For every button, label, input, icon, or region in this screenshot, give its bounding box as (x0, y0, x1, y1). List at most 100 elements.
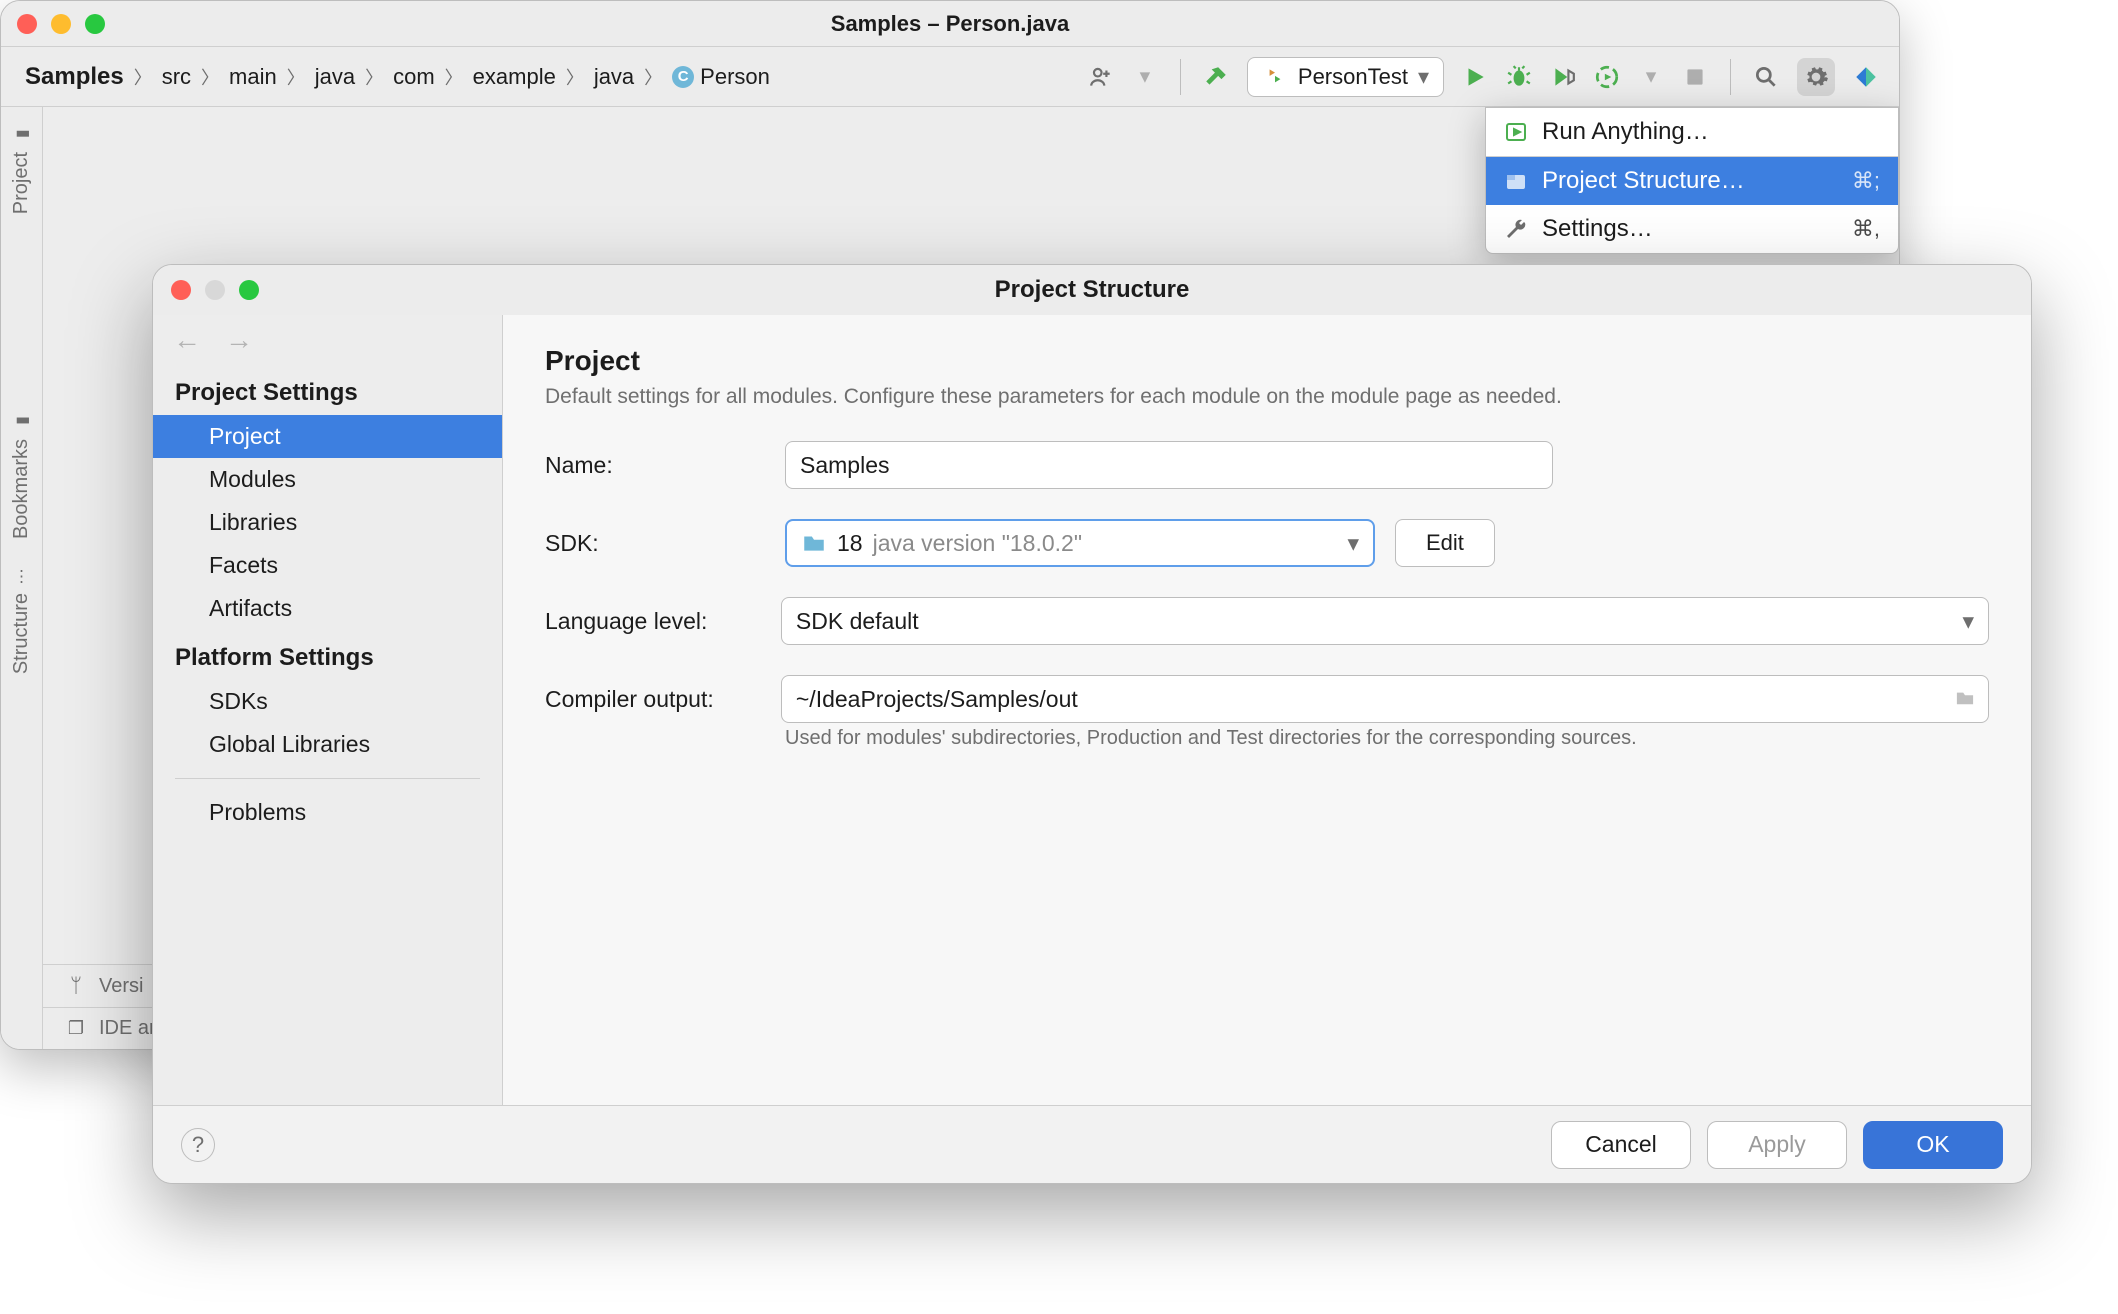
chevron-down-icon: ▾ (1418, 64, 1429, 90)
sidebar-section-title: Project Settings (153, 365, 502, 415)
chevron-right-icon: 〉 (443, 64, 465, 90)
breadcrumb-leaf[interactable]: C Person (668, 62, 774, 92)
breadcrumb-item[interactable]: java (311, 62, 359, 92)
zoom-window-button[interactable] (85, 14, 105, 34)
close-window-button[interactable] (17, 14, 37, 34)
cancel-button[interactable]: Cancel (1551, 1121, 1691, 1169)
sidebar-item-libraries[interactable]: Libraries (153, 501, 502, 544)
content-subtext: Default settings for all modules. Config… (545, 385, 1989, 409)
folder-icon: ▮ (12, 125, 31, 144)
compiler-output-hint: Used for modules' subdirectories, Produc… (785, 727, 1989, 750)
breadcrumb-item[interactable]: main (225, 62, 281, 92)
dialog-titlebar: Project Structure (153, 265, 2031, 315)
tool-window-label: Bookmarks (10, 439, 33, 539)
sdk-edit-button[interactable]: Edit (1395, 519, 1495, 567)
dialog-content: Project Default settings for all modules… (503, 315, 2031, 1105)
sdk-select[interactable]: 18 java version "18.0.2" ▾ (785, 519, 1375, 567)
bookmark-icon: ▮ (12, 412, 31, 431)
build-hammer-icon[interactable] (1203, 64, 1229, 90)
language-level-select[interactable]: SDK default ▾ (781, 597, 1989, 645)
nav-back-button[interactable]: ← (173, 324, 201, 356)
compiler-output-value: ~/IdeaProjects/Samples/out (796, 686, 1078, 713)
class-icon: C (672, 66, 694, 88)
menu-item-shortcut: ⌘, (1852, 216, 1880, 242)
chevron-down-icon: ▾ (1347, 530, 1359, 557)
breadcrumbs: Samples 〉 src 〉 main 〉 java 〉 com 〉 exam… (21, 61, 774, 93)
ok-button[interactable]: OK (1863, 1121, 2003, 1169)
menu-item-label: Settings… (1542, 215, 1653, 243)
minimize-window-button[interactable] (51, 14, 71, 34)
window-icon[interactable]: ❐ (63, 1016, 89, 1042)
dialog-title: Project Structure (153, 276, 2031, 304)
chevron-right-icon: 〉 (363, 64, 385, 90)
ide-settings-dropdown: Run Anything… Project Structure… ⌘; Sett… (1485, 107, 1899, 254)
toolbox-icon[interactable] (1853, 64, 1879, 90)
sidebar-item-problems[interactable]: Problems (153, 791, 502, 834)
breadcrumb-root[interactable]: Samples (21, 61, 128, 93)
sidebar-item-project[interactable]: Project (153, 415, 502, 458)
tool-window-project[interactable]: Project ▮ (10, 119, 33, 220)
sidebar-item-global-libraries[interactable]: Global Libraries (153, 723, 502, 766)
navbar: Samples 〉 src 〉 main 〉 java 〉 com 〉 exam… (1, 47, 1899, 107)
run-configuration-select[interactable]: PersonTest ▾ (1247, 57, 1444, 97)
sidebar-item-artifacts[interactable]: Artifacts (153, 587, 502, 630)
run-config-label: PersonTest (1298, 64, 1408, 90)
sdk-label: SDK: (545, 530, 765, 557)
dialog-footer: ? Cancel Apply OK (153, 1105, 2031, 1183)
compiler-output-input[interactable]: ~/IdeaProjects/Samples/out (781, 675, 1989, 723)
help-button[interactable]: ? (181, 1128, 215, 1162)
menu-item-shortcut: ⌘; (1852, 168, 1880, 194)
menu-item-label: Project Structure… (1542, 167, 1745, 195)
browse-folder-icon[interactable] (1954, 686, 1976, 713)
breadcrumb-item[interactable]: example (469, 62, 560, 92)
status-version-text: Versi (99, 975, 143, 998)
run-anything-icon (1504, 120, 1528, 144)
menu-item-project-structure[interactable]: Project Structure… ⌘; (1486, 157, 1898, 205)
breadcrumb-leaf-label: Person (700, 64, 770, 90)
name-label: Name: (545, 452, 765, 479)
run-button[interactable] (1462, 64, 1488, 90)
breadcrumb-item[interactable]: src (158, 62, 195, 92)
tool-window-label: Project (10, 152, 33, 214)
run-config-icon (1262, 64, 1288, 90)
chevron-right-icon: 〉 (285, 64, 307, 90)
status-ide-text: IDE ar (99, 1017, 156, 1040)
profile-button[interactable] (1594, 64, 1620, 90)
sidebar-item-facets[interactable]: Facets (153, 544, 502, 587)
gear-icon (1803, 64, 1829, 90)
content-heading: Project (545, 345, 1989, 377)
project-name-input[interactable]: Samples (785, 441, 1553, 489)
project-structure-icon (1504, 169, 1528, 193)
folder-icon (801, 530, 827, 556)
chevron-down-icon[interactable]: ▾ (1132, 64, 1158, 90)
sidebar-item-sdks[interactable]: SDKs (153, 680, 502, 723)
nav-forward-button[interactable]: → (225, 324, 253, 356)
search-icon[interactable] (1753, 64, 1779, 90)
git-branch-icon[interactable]: ᛘ (63, 973, 89, 999)
breadcrumb-item[interactable]: com (389, 62, 439, 92)
chevron-down-icon: ▾ (1962, 608, 1974, 635)
tool-window-label: Structure (10, 593, 33, 674)
menu-item-label: Run Anything… (1542, 118, 1709, 146)
code-with-me-icon[interactable] (1088, 64, 1114, 90)
sdk-version-text: java version "18.0.2" (873, 530, 1082, 557)
menu-item-run-anything[interactable]: Run Anything… (1486, 108, 1898, 156)
compiler-output-label: Compiler output: (545, 686, 761, 713)
tool-window-bar-left: Project ▮ Bookmarks ▮ Structure ⋮ (1, 107, 43, 1049)
sidebar-item-modules[interactable]: Modules (153, 458, 502, 501)
language-level-label: Language level: (545, 608, 761, 635)
run-with-coverage-button[interactable] (1550, 64, 1576, 90)
stop-button[interactable] (1682, 64, 1708, 90)
debug-button[interactable] (1506, 64, 1532, 90)
sidebar-section-title: Platform Settings (153, 630, 502, 680)
apply-button[interactable]: Apply (1707, 1121, 1847, 1169)
titlebar: Samples – Person.java (1, 1, 1899, 47)
project-structure-dialog: Project Structure ← → Project Settings P… (152, 264, 2032, 1184)
tool-window-bookmarks[interactable]: Bookmarks ▮ (10, 406, 33, 545)
breadcrumb-item[interactable]: java (590, 62, 638, 92)
wrench-icon (1504, 217, 1528, 241)
tool-window-structure[interactable]: Structure ⋮ (10, 563, 33, 680)
chevron-down-icon[interactable]: ▾ (1638, 64, 1664, 90)
ide-settings-button[interactable] (1797, 58, 1835, 96)
menu-item-settings[interactable]: Settings… ⌘, (1486, 205, 1898, 253)
